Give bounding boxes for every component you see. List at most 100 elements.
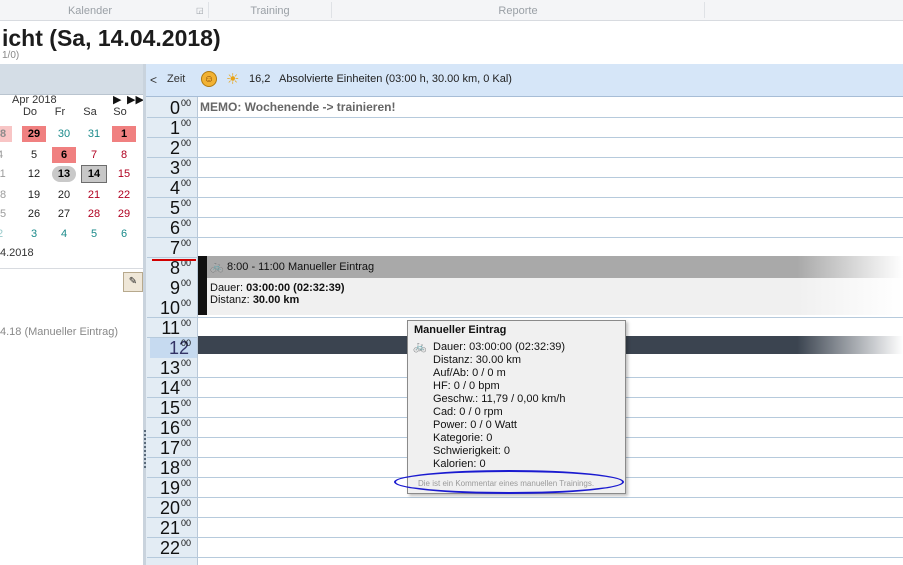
tooltip-line: Power: 0 / 0 Watt — [433, 419, 517, 431]
hour-label: 15 00 — [159, 398, 192, 418]
hour-gridline — [147, 317, 903, 318]
calendar-day[interactable]: 21 — [82, 187, 106, 203]
tab-calendar[interactable]: Kalender — [0, 0, 180, 20]
mood-smiley-icon[interactable]: ☺ — [201, 71, 217, 87]
calendar-day[interactable]: 2 — [0, 226, 12, 242]
temperature-value: 16,2 — [249, 73, 271, 85]
calendar-day[interactable]: 22 — [112, 187, 136, 203]
tab-training[interactable]: Training — [210, 0, 330, 20]
weekday-header: Do — [22, 106, 38, 118]
event-time-title[interactable]: 8:00 - 11:00 Manueller Eintrag — [227, 261, 374, 273]
expand-icon[interactable]: ◲ — [196, 6, 204, 15]
time-column-label: Zeit — [167, 73, 186, 85]
calendar-day[interactable]: 28 — [0, 126, 12, 142]
hour-label: 0 00 — [169, 98, 192, 118]
hour-gridline — [147, 217, 903, 218]
calendar-day[interactable]: 3 — [22, 226, 46, 242]
calendar-day[interactable]: 29 — [112, 206, 136, 222]
weekday-header: Sa — [83, 106, 97, 118]
hour-label: 6 00 — [169, 218, 192, 238]
hour-gridline — [147, 157, 903, 158]
hour-gridline — [147, 517, 903, 518]
notes-button[interactable]: ✎ — [123, 272, 143, 292]
hour-label: 19 00 — [159, 478, 192, 498]
next-month-icon[interactable]: ▶ — [113, 93, 121, 106]
calendar-day[interactable]: 26 — [22, 206, 46, 222]
calendar-day[interactable]: 31 — [82, 126, 106, 142]
tab-reports[interactable]: Reporte — [332, 0, 704, 20]
hour-label: 22 00 — [159, 538, 192, 558]
hour-label: 4 00 — [169, 178, 192, 198]
calendar-day[interactable]: 20 — [52, 187, 76, 203]
event-duration: Dauer: 03:00:00 (02:32:39) — [210, 282, 345, 294]
collapse-left-button[interactable]: < — [150, 73, 157, 87]
tooltip-line: Schwierigkeit: 0 — [433, 445, 511, 457]
left-entry-item[interactable]: 4.18 (Manueller Eintrag) — [0, 326, 118, 338]
calendar-day[interactable]: 18 — [0, 187, 12, 203]
calendar-day[interactable]: 15 — [112, 166, 136, 182]
hour-label: 20 00 — [159, 498, 192, 518]
calendar-day[interactable]: 28 — [82, 206, 106, 222]
sun-icon[interactable]: ☀ — [226, 70, 239, 88]
tooltip-line: HF: 0 / 0 bpm — [433, 380, 500, 392]
event-distance: Distanz: 30.00 km — [210, 294, 300, 306]
calendar-day-selected[interactable]: 14 — [81, 165, 107, 183]
hour-gridline — [147, 497, 903, 498]
calendar-day[interactable]: 5 — [22, 147, 46, 163]
calendar-day[interactable]: 5 — [82, 226, 106, 242]
hour-gridline — [147, 197, 903, 198]
tooltip-line: Auf/Ab: 0 / 0 m — [433, 367, 506, 379]
tooltip-line: Cad: 0 / 0 rpm — [433, 406, 503, 418]
calendar-day[interactable]: 30 — [52, 126, 76, 142]
hour-label: 2 00 — [169, 138, 192, 158]
calendar-day[interactable]: 6 — [52, 147, 76, 163]
calendar-day[interactable]: 27 — [52, 206, 76, 222]
weekday-header: So — [113, 106, 127, 118]
hour-gridline — [147, 537, 903, 538]
tab-divider — [208, 2, 209, 18]
memo-text[interactable]: MEMO: Wochenende -> trainieren! — [200, 100, 395, 114]
hour-gridline — [147, 137, 903, 138]
calendar-day[interactable]: 8 — [112, 147, 136, 163]
current-time-indicator — [152, 259, 196, 261]
divider — [0, 268, 143, 269]
hour-label: 5 00 — [169, 198, 192, 218]
bike-icon: 🚲 — [413, 341, 427, 353]
hour-gridline — [147, 557, 903, 558]
hour-label: 7 00 — [169, 238, 192, 258]
calendar-day[interactable]: 12 — [22, 166, 46, 182]
calendar-day[interactable]: 19 — [22, 187, 46, 203]
page-title: icht (Sa, 14.04.2018) — [2, 25, 221, 51]
tooltip-line: Geschw.: 11,79 / 0,00 km/h — [433, 393, 566, 405]
left-panel-header — [0, 64, 143, 95]
tab-divider — [704, 2, 705, 18]
mini-calendar-month: Apr 2018 — [12, 94, 57, 106]
calendar-day[interactable]: 29 — [22, 126, 46, 142]
hour-label: 8 00 — [169, 258, 192, 278]
hour-label: 11 00 — [161, 318, 192, 338]
calendar-day[interactable]: 25 — [0, 206, 12, 222]
event-status-bar — [198, 256, 207, 315]
calendar-day-today[interactable]: 13 — [52, 166, 76, 182]
hour-label: 17 00 — [159, 438, 192, 458]
tooltip-title: Manueller Eintrag — [414, 324, 507, 336]
tooltip-line: Kalorien: 0 — [433, 458, 486, 470]
calendar-day[interactable]: 4 — [0, 147, 12, 163]
today-label[interactable]: 4.2018 — [0, 247, 34, 259]
calendar-day[interactable]: 1 — [112, 126, 136, 142]
calendar-day[interactable]: 11 — [0, 166, 12, 182]
bike-icon: 🚲 — [210, 261, 224, 273]
calendar-day[interactable]: 4 — [52, 226, 76, 242]
calendar-day[interactable]: 6 — [112, 226, 136, 242]
hour-label: 18 00 — [159, 458, 192, 478]
tooltip-line: Dauer: 03:00:00 (02:32:39) — [433, 341, 566, 353]
hour-gridline — [147, 177, 903, 178]
weekday-header: Fr — [54, 106, 66, 118]
page-subtitle: 1/0) — [2, 50, 20, 61]
next-year-icon[interactable]: ▶▶ — [127, 93, 144, 106]
calendar-day[interactable]: 7 — [82, 147, 106, 163]
hour-label: 13 00 — [159, 358, 192, 378]
hour-label: 14 00 — [159, 378, 192, 398]
hour-label: 16 00 — [159, 418, 192, 438]
hour-gridline — [147, 117, 903, 118]
